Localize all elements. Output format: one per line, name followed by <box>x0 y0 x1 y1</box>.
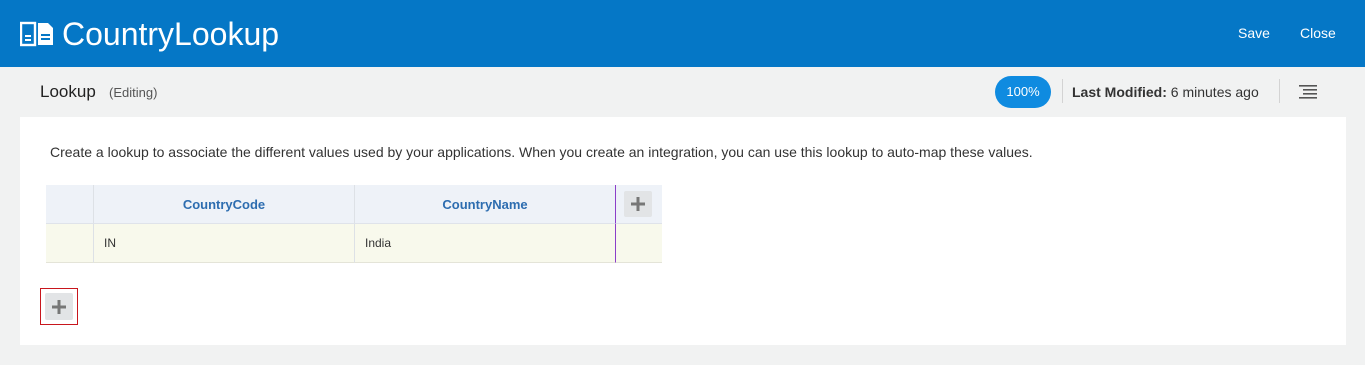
last-modified: Last Modified: 6 minutes ago <box>1072 84 1259 100</box>
plus-icon <box>631 197 645 211</box>
cell-value: India <box>365 236 392 250</box>
lookup-description: Create a lookup to associate the differe… <box>50 144 1033 160</box>
save-button[interactable]: Save <box>1238 24 1270 42</box>
add-row-focus-ring <box>40 288 78 325</box>
last-modified-value: 6 minutes ago <box>1170 84 1259 100</box>
column-header-label: CountryCode <box>182 197 266 212</box>
add-row-button[interactable] <box>45 293 73 320</box>
progress-badge: 100% <box>995 76 1051 108</box>
add-column-cell <box>615 185 662 224</box>
page-title: Lookup <box>40 82 96 101</box>
add-column-button[interactable] <box>624 191 652 217</box>
app-title: CountryLookup <box>62 16 280 52</box>
table-cell[interactable]: India <box>354 224 615 263</box>
row-selector-header <box>46 185 93 224</box>
column-header-countrycode[interactable]: CountryCode <box>93 185 354 224</box>
cell-value: IN <box>104 236 116 250</box>
lookup-table: CountryCode CountryName IN India <box>46 185 662 263</box>
divider <box>1062 79 1063 103</box>
table-cell-empty <box>615 224 662 263</box>
lookup-document-icon <box>20 21 53 47</box>
column-header-label: CountryName <box>442 197 528 212</box>
close-button[interactable]: Close <box>1300 24 1336 42</box>
divider <box>1279 79 1280 103</box>
row-selector[interactable] <box>46 224 93 263</box>
last-modified-label: Last Modified: <box>1072 84 1167 100</box>
plus-icon <box>52 299 66 314</box>
edit-state-label: (Editing) <box>109 85 158 100</box>
column-header-countryname[interactable]: CountryName <box>354 185 615 224</box>
table-cell[interactable]: IN <box>93 224 354 263</box>
top-bar: CountryLookup Save Close <box>0 0 1365 67</box>
list-menu-icon[interactable] <box>1298 84 1318 100</box>
